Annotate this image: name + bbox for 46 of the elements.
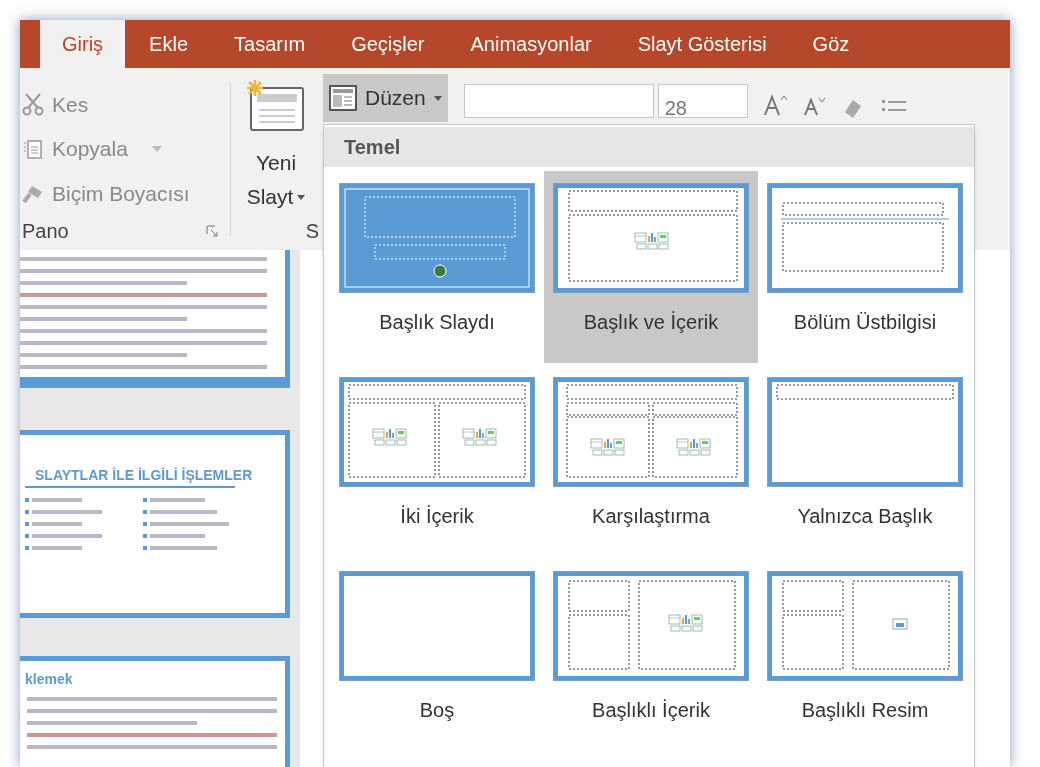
layout-option[interactable]: Bölüm Üstbilgisi bbox=[758, 171, 972, 363]
new-slide-icon bbox=[245, 80, 307, 132]
content-icon bbox=[372, 428, 407, 446]
layout-button[interactable]: Düzen bbox=[323, 74, 448, 122]
group-label: Pano bbox=[22, 219, 69, 244]
slide-title: SLAYTLAR İLE İLGİLİ İŞLEMLER bbox=[35, 466, 254, 485]
grow-font-icon[interactable] bbox=[763, 94, 788, 116]
image-icon bbox=[892, 618, 908, 630]
ribbon-tab[interactable]: Slayt Gösterisi bbox=[615, 20, 789, 68]
layout-option[interactable]: Başlık ve İçerik bbox=[544, 171, 758, 363]
content-icon bbox=[668, 614, 703, 632]
dialog-launcher-icon[interactable] bbox=[206, 225, 218, 237]
logo-icon bbox=[433, 264, 447, 278]
ribbon-tab[interactable]: Tasarım bbox=[212, 20, 328, 68]
content-icon bbox=[634, 232, 669, 250]
layout-option[interactable]: İki İçerik bbox=[330, 365, 544, 557]
slide-title: klemek bbox=[25, 670, 74, 689]
layout-option[interactable]: Yalnızca Başlık bbox=[758, 365, 972, 557]
caret-icon bbox=[433, 95, 442, 101]
layout-option[interactable]: Başlıklı İçerik bbox=[544, 559, 758, 751]
ribbon-tab[interactable]: Ekle bbox=[127, 20, 210, 68]
layout-icon bbox=[329, 85, 357, 111]
ribbon-tab[interactable]: Göz bbox=[790, 20, 872, 68]
layout-option[interactable]: Karşılaştırma bbox=[544, 365, 758, 557]
font-name-field[interactable] bbox=[463, 84, 654, 118]
group-label: S bbox=[305, 219, 319, 244]
shrink-font-icon[interactable] bbox=[803, 96, 826, 116]
content-icon bbox=[590, 438, 625, 456]
layout-option[interactable]: Boş bbox=[330, 559, 544, 751]
font-size-field[interactable]: 28 bbox=[657, 84, 748, 118]
slide-thumbnail[interactable]: SLAYTLAR İLE İLGİLİ İŞLEMLER bbox=[20, 430, 290, 618]
scissors-icon bbox=[22, 92, 44, 117]
content-icon bbox=[462, 428, 497, 446]
layout-option[interactable]: Başlıklı Resim bbox=[758, 559, 972, 751]
section-heading: Temel bbox=[344, 135, 401, 160]
copy-icon bbox=[22, 137, 44, 161]
ribbon-tab[interactable]: Giriş bbox=[40, 20, 126, 68]
ribbon-tab[interactable]: Animasyonlar bbox=[448, 20, 614, 68]
layout-option[interactable]: Başlık Slaydı bbox=[330, 171, 544, 363]
new-slide-button[interactable]: Yeni Slayt bbox=[245, 80, 307, 214]
caret-icon bbox=[151, 146, 162, 152]
ribbon-tab[interactable]: Geçişler bbox=[329, 20, 447, 68]
slide-thumbnail[interactable]: klemek bbox=[20, 656, 290, 767]
content-icon bbox=[676, 438, 711, 456]
slide-thumbnail[interactable] bbox=[20, 250, 290, 388]
caret-icon bbox=[297, 194, 306, 200]
